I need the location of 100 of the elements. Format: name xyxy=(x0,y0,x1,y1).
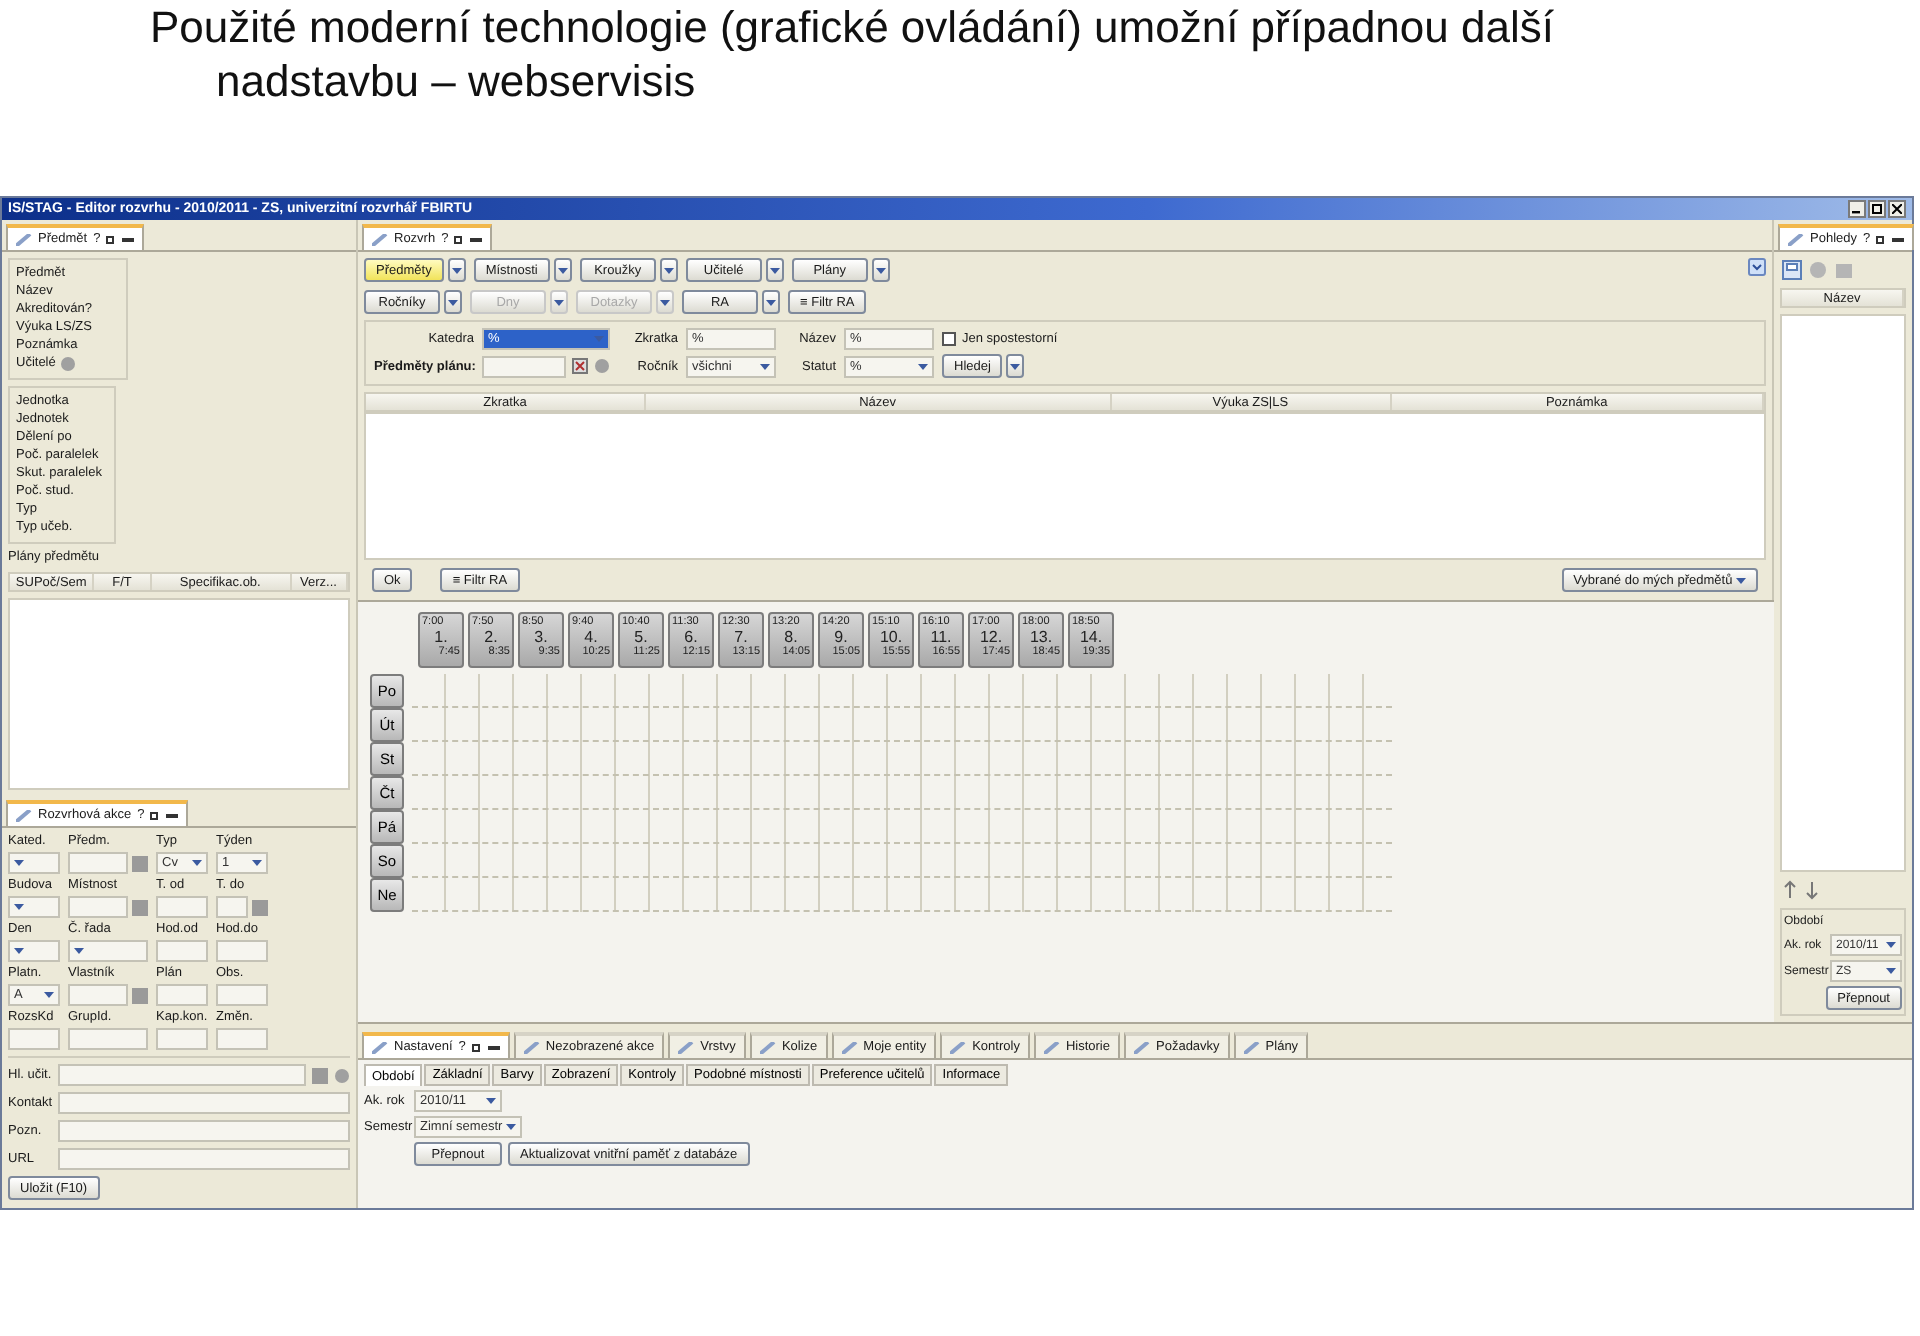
close-icon xyxy=(1892,204,1902,214)
collapse-icon[interactable] xyxy=(1748,258,1766,276)
dropdown-button[interactable] xyxy=(444,290,462,314)
slot-number: 5. xyxy=(634,628,648,646)
caret-icon xyxy=(506,1124,516,1130)
dropdown-button[interactable] xyxy=(550,290,568,314)
minimize-icon[interactable] xyxy=(470,237,483,241)
clear-icon[interactable] xyxy=(572,358,588,374)
slot-number: 6. xyxy=(684,628,698,646)
close-button[interactable] xyxy=(1888,200,1906,218)
circle-icon xyxy=(59,356,76,372)
caret-icon xyxy=(486,1098,496,1104)
caret-icon xyxy=(74,948,84,954)
input-field[interactable] xyxy=(58,1120,350,1142)
maximize-icon xyxy=(1872,204,1882,214)
slot-number: 1. xyxy=(434,628,448,646)
slot-number: 10. xyxy=(879,628,903,646)
slot-number: 8. xyxy=(784,628,798,646)
slot-number: 9. xyxy=(834,628,848,646)
input-field[interactable] xyxy=(216,984,268,1006)
caret-icon xyxy=(14,948,24,954)
dropdown-button[interactable] xyxy=(871,258,890,282)
caret-icon xyxy=(1736,577,1746,583)
caret-icon xyxy=(554,299,564,305)
caret-icon xyxy=(663,267,674,273)
input-field[interactable] xyxy=(482,355,566,377)
minimize-icon[interactable] xyxy=(166,813,179,817)
pencil-icon xyxy=(372,233,388,245)
caret-icon xyxy=(1010,363,1021,369)
input-field[interactable] xyxy=(58,1064,306,1086)
minimize-icon[interactable] xyxy=(122,237,135,241)
caret-icon xyxy=(769,267,780,273)
caret-icon xyxy=(14,860,24,866)
pencil-icon xyxy=(1788,233,1804,245)
minimize-icon[interactable] xyxy=(487,1045,500,1049)
caret-icon xyxy=(594,336,604,342)
dropdown-button[interactable] xyxy=(447,258,466,282)
pencil-icon xyxy=(678,1041,695,1053)
caret-icon xyxy=(1886,942,1896,948)
float-window-icon[interactable] xyxy=(106,234,117,244)
input-field[interactable] xyxy=(156,984,208,1006)
input-field[interactable] xyxy=(156,896,208,918)
dropdown-button[interactable] xyxy=(765,258,784,282)
slot-number: 11. xyxy=(930,628,952,646)
heading-text: Použité moderní technologie (grafické ovládání) umožní případnou další nadstavbu – webservisis xyxy=(148,0,1556,110)
circle-icon xyxy=(334,1067,350,1083)
input-field[interactable] xyxy=(216,940,268,962)
input-field[interactable] xyxy=(156,940,208,962)
input-field[interactable] xyxy=(216,1028,268,1050)
dropdown-button[interactable] xyxy=(553,258,572,282)
caret-icon xyxy=(44,992,54,998)
input-field[interactable] xyxy=(216,896,248,918)
input-field[interactable] xyxy=(156,1028,208,1050)
pencil-icon xyxy=(759,1041,776,1053)
arrow-up-icon[interactable] xyxy=(1782,880,1798,900)
input-field[interactable] xyxy=(58,1148,350,1170)
pencil-icon xyxy=(16,809,32,821)
float-window-icon[interactable] xyxy=(471,1042,482,1052)
float-window-icon[interactable] xyxy=(150,810,161,820)
slot-number: 7. xyxy=(734,628,748,646)
slot-number: 3. xyxy=(534,628,548,646)
slot-number: 12. xyxy=(979,628,1003,646)
pencil-icon xyxy=(372,1041,388,1053)
dropdown-field[interactable] xyxy=(8,852,60,874)
dropdown-button[interactable] xyxy=(1006,354,1025,378)
pencil-icon xyxy=(523,1041,540,1053)
dropdown-button[interactable] xyxy=(659,258,678,282)
caret-icon xyxy=(1886,968,1896,974)
pencil-icon xyxy=(1043,1041,1060,1053)
caret-icon xyxy=(760,363,770,369)
dropdown-field[interactable] xyxy=(68,940,148,962)
input-field[interactable] xyxy=(68,852,128,874)
dropdown-button[interactable] xyxy=(656,290,674,314)
float-window-icon[interactable] xyxy=(1876,234,1887,244)
slot-number: 14. xyxy=(1079,628,1103,646)
input-field[interactable] xyxy=(68,984,128,1006)
dropdown-field[interactable] xyxy=(8,896,60,918)
input-field[interactable] xyxy=(68,896,128,918)
caret-icon xyxy=(766,299,776,305)
maximize-button[interactable] xyxy=(1868,200,1886,218)
minimize-button[interactable] xyxy=(1848,200,1866,218)
input-field[interactable] xyxy=(68,1028,148,1050)
caret-icon xyxy=(918,363,928,369)
caret-icon xyxy=(875,267,886,273)
checkbox[interactable] xyxy=(942,332,956,346)
float-window-icon[interactable] xyxy=(454,234,465,244)
dropdown-field[interactable] xyxy=(8,940,60,962)
slot-number: 2. xyxy=(484,628,498,646)
arrow-down-icon[interactable] xyxy=(1804,880,1820,900)
circle-icon xyxy=(594,358,610,374)
save-icon[interactable] xyxy=(1782,260,1802,280)
input-field[interactable] xyxy=(8,1028,60,1050)
pencil-icon xyxy=(950,1041,967,1053)
minimize-icon[interactable] xyxy=(1892,237,1905,241)
dropdown-button[interactable] xyxy=(762,290,780,314)
caret-icon xyxy=(557,267,568,273)
slot-number: 13. xyxy=(1029,628,1053,646)
caret-icon xyxy=(451,267,462,273)
input-field[interactable] xyxy=(58,1092,350,1114)
slot-number: 4. xyxy=(584,628,598,646)
